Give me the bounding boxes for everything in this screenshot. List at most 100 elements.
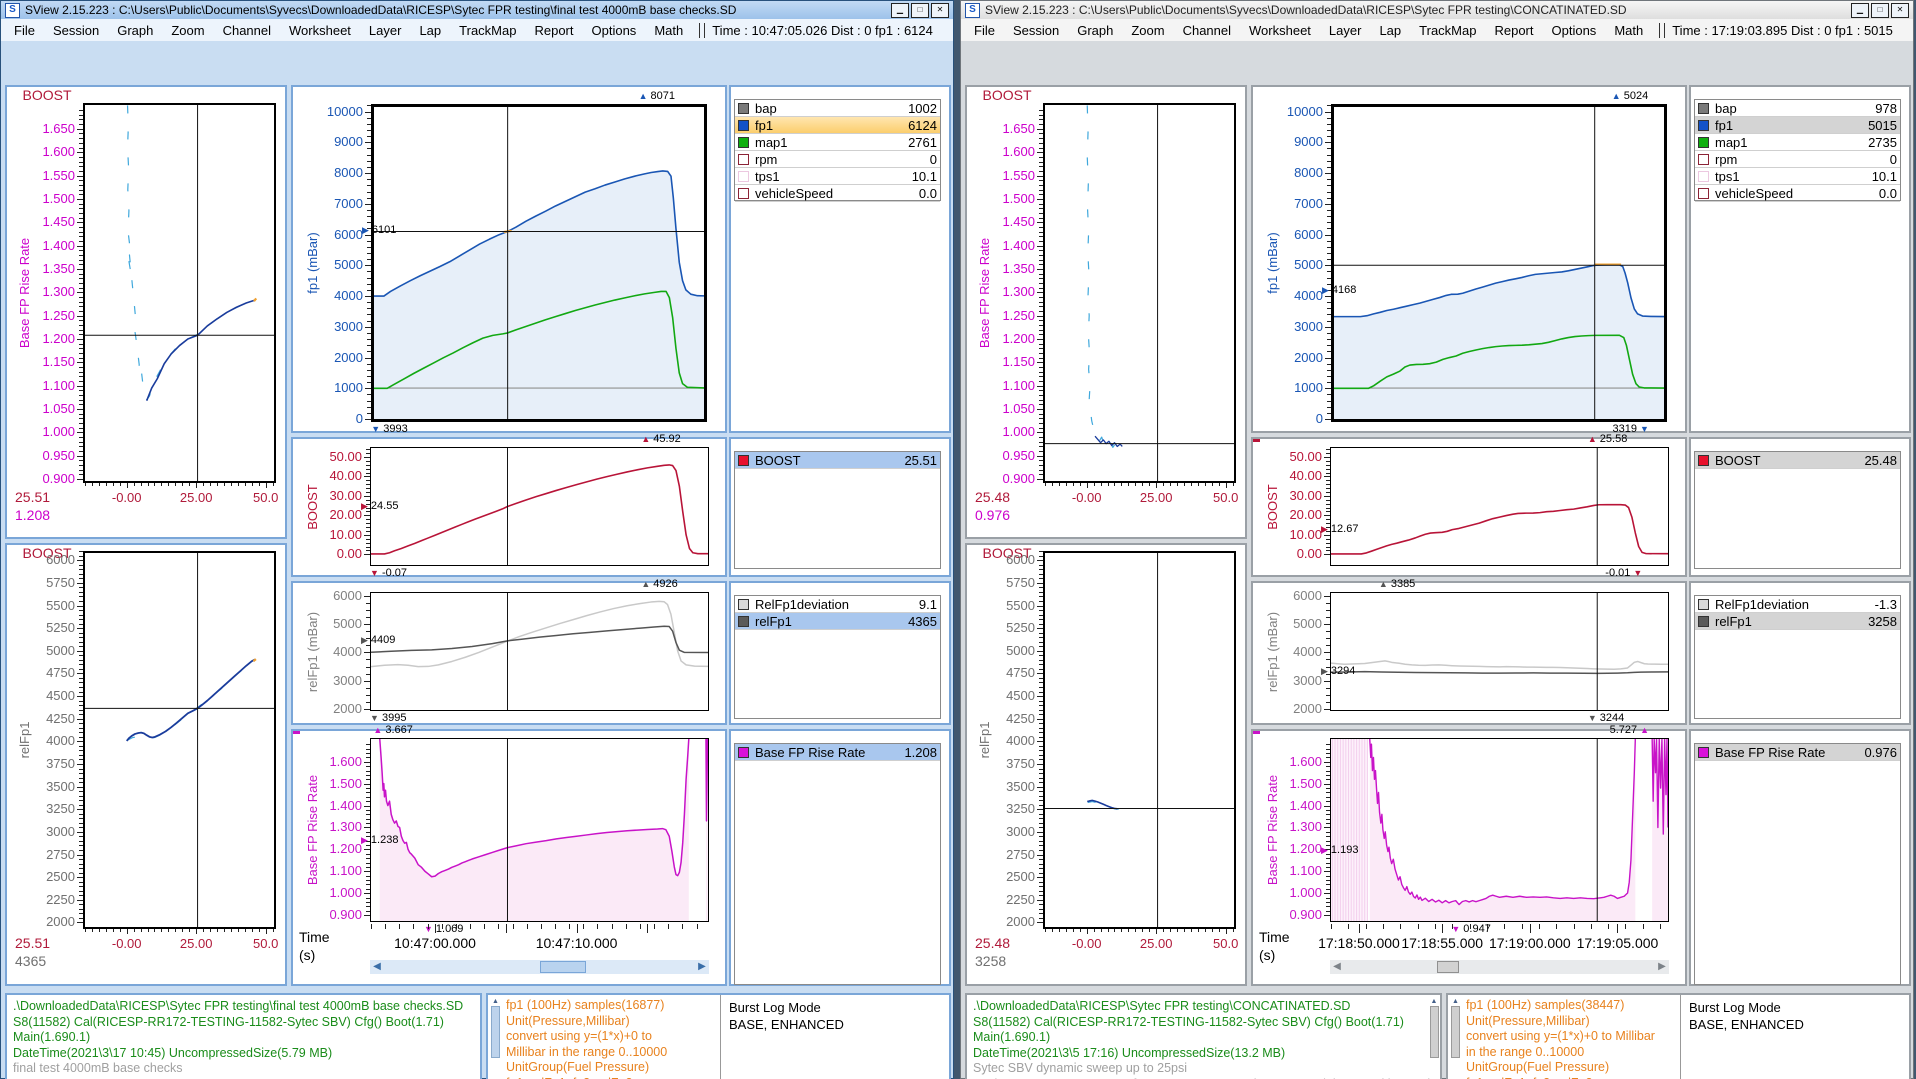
- scroll-up-icon[interactable]: ▲: [1431, 997, 1438, 1006]
- y-minor-tick: [79, 578, 83, 579]
- channel-name: tps1: [755, 169, 908, 184]
- y-minor-tick: [366, 854, 370, 855]
- scroll-up-icon[interactable]: ▲: [492, 997, 499, 1006]
- legend-row-BOOST[interactable]: BOOST25.48: [1695, 452, 1900, 469]
- file-info-scrollbar[interactable]: ▲▼: [1429, 997, 1439, 1079]
- menu-item-report[interactable]: Report: [525, 23, 582, 38]
- menu-item-trackmap[interactable]: TrackMap: [450, 23, 525, 38]
- menu-item-report[interactable]: Report: [1485, 23, 1542, 38]
- plot-area[interactable]: [1330, 592, 1669, 711]
- menu-item-zoom[interactable]: Zoom: [162, 23, 213, 38]
- menu-item-layer[interactable]: Layer: [1320, 23, 1371, 38]
- menu-item-graph[interactable]: Graph: [108, 23, 162, 38]
- legend-row-rpm[interactable]: rpm0: [1695, 151, 1900, 168]
- legend-row-map1[interactable]: map12735: [1695, 134, 1900, 151]
- menu-item-options[interactable]: Options: [583, 23, 646, 38]
- legend-row-RelFp1deviation[interactable]: RelFp1deviation-1.3: [1695, 596, 1900, 613]
- close-button[interactable]: ✕: [931, 3, 949, 18]
- time-scrollbar[interactable]: ◀▶: [1330, 960, 1669, 974]
- y-minor-tick: [1039, 601, 1043, 602]
- titlebar[interactable]: SSView 2.15.223 : C:\Users\Public\Docume…: [1, 1, 953, 19]
- log-info-line: Main(1.690.1): [13, 1030, 474, 1046]
- menu-item-lap[interactable]: Lap: [410, 23, 450, 38]
- minimize-button[interactable]: ▁: [891, 3, 909, 18]
- y-tick-mark: [77, 222, 83, 223]
- scroll-up-icon[interactable]: ▲: [1452, 997, 1459, 1006]
- menu-item-session[interactable]: Session: [1004, 23, 1068, 38]
- channel-info-scrollbar[interactable]: ▲▼: [1450, 997, 1461, 1079]
- scrollbar-left-arrow-icon[interactable]: ◀: [370, 960, 384, 974]
- menu-item-zoom[interactable]: Zoom: [1122, 23, 1173, 38]
- legend-row-relFp1[interactable]: relFp14365: [735, 613, 940, 630]
- titlebar[interactable]: SSView 2.15.223 : C:\Users\Public\Docume…: [961, 1, 1913, 19]
- plot-area[interactable]: [370, 592, 709, 711]
- plot-area[interactable]: [1330, 447, 1669, 566]
- legend-row-Base FP Rise Rate[interactable]: Base FP Rise Rate1.208: [735, 744, 940, 761]
- scrollbar-right-arrow-icon[interactable]: ▶: [1655, 960, 1669, 974]
- scroll-thumb[interactable]: [1451, 1006, 1460, 1058]
- menu-item-file[interactable]: File: [965, 23, 1004, 38]
- y-tick-mark: [1325, 388, 1331, 389]
- plot-area[interactable]: [1331, 104, 1667, 422]
- plot-area[interactable]: [370, 447, 709, 566]
- x-minor-tick: [141, 483, 142, 486]
- legend-row-Base FP Rise Rate[interactable]: Base FP Rise Rate0.976: [1695, 744, 1900, 761]
- legend-row-bap[interactable]: bap978: [1695, 100, 1900, 117]
- menu-item-options[interactable]: Options: [1543, 23, 1606, 38]
- legend-row-relFp1[interactable]: relFp13258: [1695, 613, 1900, 630]
- plot-area[interactable]: [1043, 103, 1236, 483]
- plot-area[interactable]: [83, 103, 276, 483]
- channel-info-scrollbar[interactable]: ▲▼: [490, 997, 501, 1079]
- y-minor-tick: [1326, 638, 1330, 639]
- menu-item-trackmap[interactable]: TrackMap: [1410, 23, 1485, 38]
- scroll-thumb[interactable]: [491, 1006, 500, 1058]
- legend-row-vehicleSpeed[interactable]: vehicleSpeed0.0: [735, 185, 940, 202]
- menu-item-math[interactable]: Math: [645, 23, 692, 38]
- menu-item-worksheet[interactable]: Worksheet: [280, 23, 360, 38]
- scrollbar-left-arrow-icon[interactable]: ◀: [1330, 960, 1344, 974]
- menu-item-session[interactable]: Session: [44, 23, 108, 38]
- channel-name: relFp1: [1715, 614, 1864, 629]
- menu-item-file[interactable]: File: [5, 23, 44, 38]
- time-scrollbar[interactable]: ◀▶: [370, 960, 709, 974]
- legend-row-BOOST[interactable]: BOOST25.51: [735, 452, 940, 469]
- legend-row-rpm[interactable]: rpm0: [735, 151, 940, 168]
- x-minor-tick: [1087, 929, 1088, 932]
- menu-item-graph[interactable]: Graph: [1068, 23, 1122, 38]
- scrollbar-thumb[interactable]: [540, 961, 587, 973]
- y-minor-tick: [1326, 858, 1330, 859]
- plot-area[interactable]: [1330, 738, 1669, 922]
- close-button[interactable]: ✕: [1891, 3, 1909, 18]
- y-minor-tick: [1039, 133, 1043, 134]
- legend-row-tps1[interactable]: tps110.1: [735, 168, 940, 185]
- minimize-button[interactable]: ▁: [1851, 3, 1869, 18]
- scrollbar-thumb[interactable]: [1437, 961, 1459, 973]
- y-minor-tick: [1327, 155, 1331, 156]
- y-tick-label: 10.00: [292, 527, 362, 543]
- maximize-button[interactable]: □: [911, 3, 929, 18]
- plot-area[interactable]: [83, 551, 276, 929]
- y-minor-tick: [1039, 746, 1043, 747]
- legend-row-vehicleSpeed[interactable]: vehicleSpeed0.0: [1695, 185, 1900, 202]
- legend-row-fp1[interactable]: fp16124: [735, 117, 940, 134]
- legend-row-map1[interactable]: map12761: [735, 134, 940, 151]
- menu-item-lap[interactable]: Lap: [1370, 23, 1410, 38]
- window-body: Base FP Rise Rate0.9000.9501.0001.0501.1…: [1, 41, 953, 1078]
- legend-row-tps1[interactable]: tps110.1: [1695, 168, 1900, 185]
- menu-item-layer[interactable]: Layer: [360, 23, 411, 38]
- menu-item-channel[interactable]: Channel: [214, 23, 280, 38]
- maximize-button[interactable]: □: [1871, 3, 1889, 18]
- menu-item-worksheet[interactable]: Worksheet: [1240, 23, 1320, 38]
- plot-area[interactable]: [371, 104, 707, 422]
- y-minor-tick: [79, 138, 83, 139]
- scrollbar-right-arrow-icon[interactable]: ▶: [695, 960, 709, 974]
- menu-item-math[interactable]: Math: [1605, 23, 1652, 38]
- plot-area[interactable]: [1043, 551, 1236, 929]
- legend-row-bap[interactable]: bap1002: [735, 100, 940, 117]
- legend-row-RelFp1deviation[interactable]: RelFp1deviation9.1: [735, 596, 940, 613]
- y-minor-tick: [1039, 574, 1043, 575]
- plot-area[interactable]: [370, 738, 709, 922]
- scroll-thumb[interactable]: [1430, 1006, 1439, 1058]
- legend-row-fp1[interactable]: fp15015: [1695, 117, 1900, 134]
- menu-item-channel[interactable]: Channel: [1174, 23, 1240, 38]
